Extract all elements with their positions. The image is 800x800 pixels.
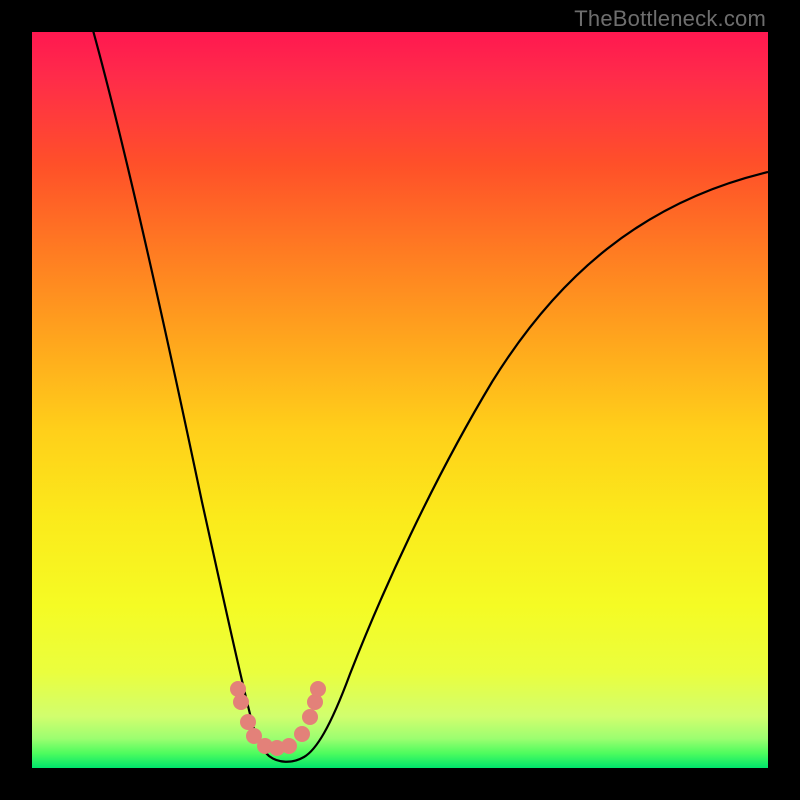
plot-area: [32, 32, 768, 768]
chart-svg: [32, 32, 768, 768]
gradient-background: [32, 32, 768, 768]
watermark-text: TheBottleneck.com: [574, 6, 766, 32]
